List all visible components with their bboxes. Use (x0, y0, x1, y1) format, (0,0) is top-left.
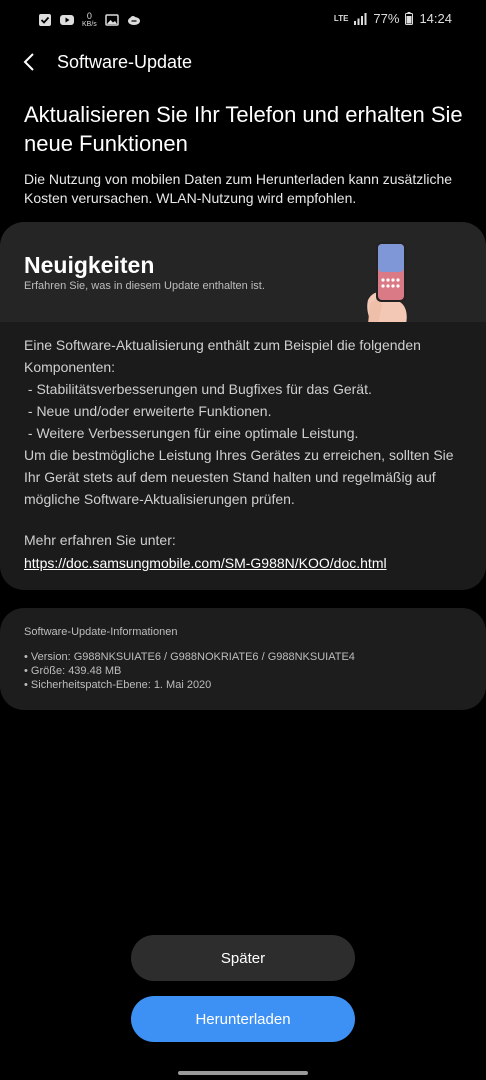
description-bullet: - Neue und/oder erweiterte Funktionen. (24, 403, 272, 419)
update-info-list: • Version: G988NKSUIATE6 / G988NOKRIATE6… (24, 650, 355, 692)
description-paragraph: Eine Software-Aktualisierung enthält zum… (24, 337, 421, 375)
update-info-card: Software-Update-Informationen • Version:… (0, 608, 486, 710)
gallery-icon (105, 14, 119, 26)
status-bar: 0 KB/s LTE 77% 14:24 (0, 0, 486, 40)
clock: 14:24 (419, 11, 452, 26)
whats-new-title: Neuigkeiten (24, 252, 155, 278)
home-indicator[interactable] (178, 1071, 308, 1075)
description-bullet: - Stabilitätsverbesserungen und Bugfixes… (24, 381, 372, 397)
release-notes-link[interactable]: https://doc.samsungmobile.com/SM-G988N/K… (24, 555, 387, 571)
data-usage-notice: Die Nutzung von mobilen Daten zum Herunt… (24, 171, 453, 206)
battery-percent: 77% (373, 11, 400, 26)
whats-new-subtitle: Erfahren Sie, was in diesem Update entha… (24, 280, 265, 292)
youtube-icon (60, 15, 74, 25)
whats-new-body: Eine Software-Aktualisierung enthält zum… (0, 322, 486, 590)
update-description: Eine Software-Aktualisierung enthält zum… (24, 334, 464, 510)
whats-new-card-header: Neuigkeiten Erfahren Sie, was in diesem … (0, 222, 486, 324)
net-speed-value: 0 (86, 11, 92, 21)
update-info-size: • Größe: 439.48 MB (24, 665, 122, 677)
phone-in-hand-illustration (367, 242, 407, 324)
more-info-label: Mehr erfahren Sie unter: (24, 532, 176, 548)
download-button[interactable]: Herunterladen (131, 996, 355, 1042)
battery-icon (405, 12, 414, 25)
signal-icon (354, 12, 367, 25)
page-title: Software-Update (57, 52, 193, 72)
description-paragraph: Um die bestmögliche Leistung Ihres Gerät… (24, 447, 454, 507)
back-button[interactable] (18, 50, 42, 74)
later-button[interactable]: Später (131, 935, 355, 981)
cloud-sync-icon (127, 16, 140, 25)
update-info-version: • Version: G988NKSUIATE6 / G988NOKRIATE6… (24, 651, 355, 663)
net-speed-unit: KB/s (82, 21, 97, 28)
checkbox-icon (39, 14, 51, 26)
status-icons-left: 0 KB/s (38, 12, 141, 28)
update-info-title: Software-Update-Informationen (24, 626, 178, 638)
net-speed-indicator: 0 KB/s (82, 11, 97, 29)
status-icons-right: LTE 77% 14:24 (334, 11, 452, 26)
network-type: LTE (333, 13, 349, 23)
update-headline: Aktualisieren Sie Ihr Telefon und erhalt… (24, 102, 463, 156)
app-bar: Software-Update (0, 40, 486, 84)
description-bullet: - Weitere Verbesserungen für eine optima… (24, 425, 359, 441)
chevron-left-icon (23, 53, 34, 71)
update-info-security-patch: • Sicherheitspatch-Ebene: 1. Mai 2020 (24, 679, 212, 691)
